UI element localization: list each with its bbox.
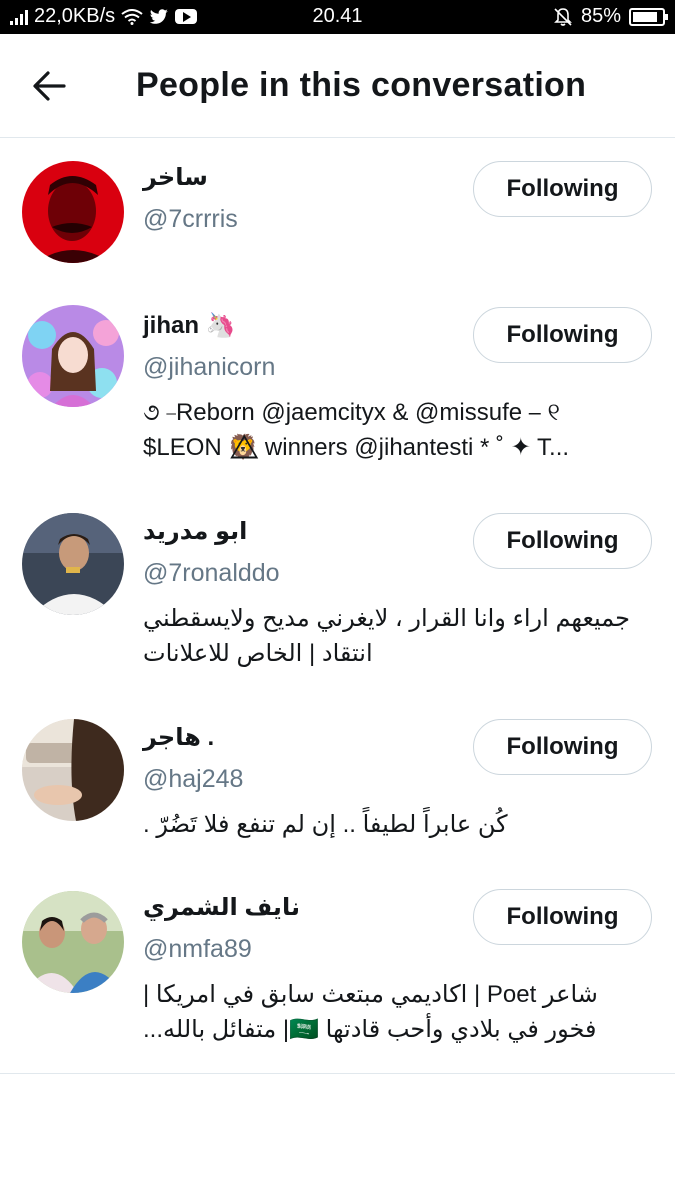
header: People in this conversation (0, 34, 675, 138)
person-handle: @7ronalddo (143, 559, 280, 587)
following-button[interactable]: Following (473, 161, 652, 217)
bell-off-icon (554, 7, 572, 26)
bio-line: $LEON 🦁⃤ winners @jihantesti * ˚ ✦ T... (143, 434, 570, 461)
person-name: jihan 🦄 (143, 312, 236, 339)
following-button[interactable]: Following (473, 889, 652, 945)
person-bio: شاعر Poet | اكاديمي مبتعث سابق في امريكا… (143, 977, 648, 1047)
following-button[interactable]: Following (473, 719, 652, 775)
status-bar: 22,0KB/s 20.41 85% (0, 0, 675, 34)
battery-percent: 85% (580, 5, 621, 27)
person-bio: ૭ ⎯Reborn @jaemcityx & @missufe ⎯ ୧ $LEO… (143, 395, 648, 465)
avatar[interactable] (22, 513, 124, 615)
person-name: ساخر (143, 164, 208, 191)
person-handle: @7crrris (143, 205, 238, 233)
battery-icon (629, 7, 668, 26)
back-arrow-icon[interactable] (30, 66, 70, 106)
person-bio: كُن عابراً لطيفاً .. إن لم تنفع فلا تَضُ… (143, 807, 648, 842)
following-button[interactable]: Following (473, 307, 652, 363)
following-button[interactable]: Following (473, 513, 652, 569)
bio-line: جميعهم اراء وانا القرار ، لايغرني مديح و… (143, 605, 631, 632)
page-title: People in this conversation (136, 66, 587, 104)
person-name: هاجر . (143, 724, 215, 751)
avatar[interactable] (22, 719, 124, 821)
person-handle: @nmfa89 (143, 935, 252, 963)
bio-line: فخور في بلادي وأحب قادتها 🇸🇦| متفائل بال… (143, 1016, 597, 1043)
bio-line: كُن عابراً لطيفاً .. إن لم تنفع فلا تَضُ… (143, 811, 508, 838)
bio-line: ૭ ⎯Reborn @jaemcityx & @missufe ⎯ ୧ (143, 399, 560, 426)
status-right: 85% (553, 5, 668, 28)
bio-line: انتقاد | الخاص للاعلانات (143, 640, 373, 667)
avatar[interactable] (22, 305, 124, 407)
person-name: ابو مدريد (143, 518, 248, 545)
person-handle: @jihanicorn (143, 353, 276, 381)
list-end-divider (0, 1073, 675, 1074)
person-bio: جميعهم اراء وانا القرار ، لايغرني مديح و… (143, 601, 648, 671)
avatar[interactable] (22, 161, 124, 263)
avatar[interactable] (22, 891, 124, 993)
person-handle: @haj248 (143, 765, 244, 793)
person-name: نايف الشمري (143, 894, 300, 921)
bio-line: شاعر Poet | اكاديمي مبتعث سابق في امريكا… (143, 981, 598, 1008)
